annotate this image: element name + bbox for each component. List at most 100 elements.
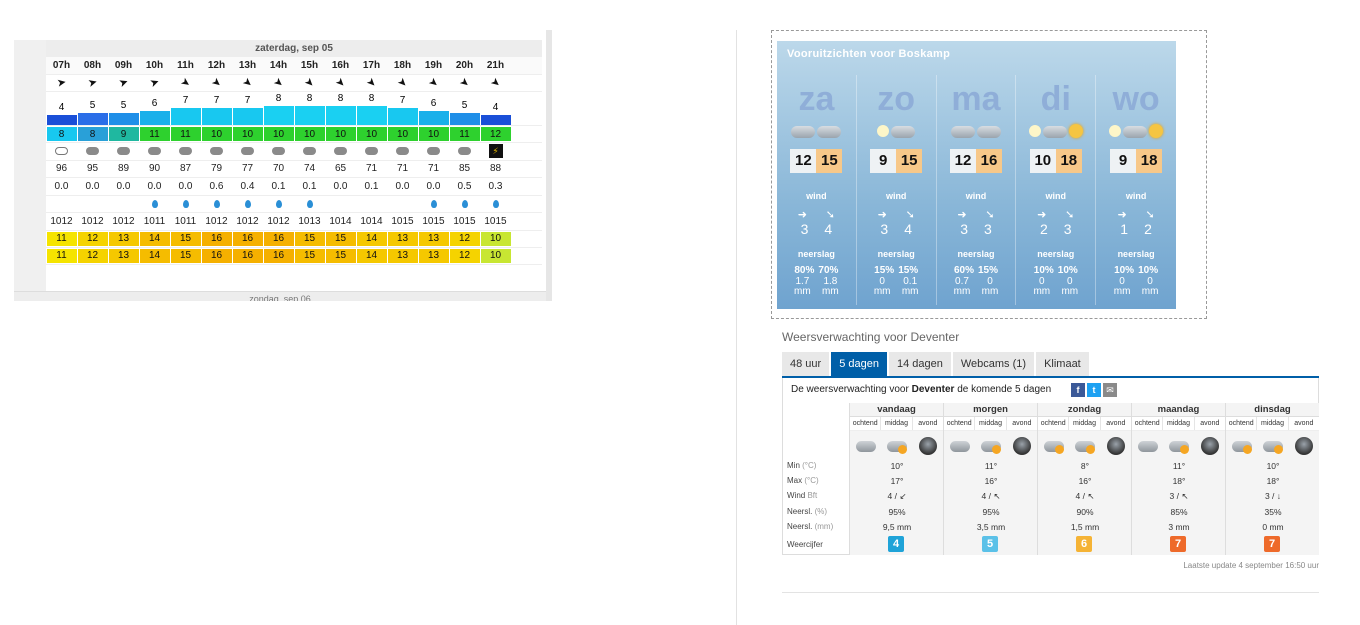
gust-row: 8 8 9 11 11 10 10 10 10 10 10 10 10 11 12: [46, 126, 542, 143]
rain-drop-icon: [492, 199, 499, 208]
pressure-value: 1012: [236, 215, 259, 227]
precip-percent: 80%: [794, 265, 815, 276]
scrollbar[interactable]: [546, 30, 552, 301]
wind-speed: 3: [880, 221, 889, 237]
night-weather-icon: [1194, 437, 1225, 455]
day-part-ochtend: ochtend: [1038, 417, 1070, 430]
precip-value: 0.0: [85, 180, 100, 192]
hour-label: 17h: [362, 59, 381, 71]
weather-icons: [937, 121, 1016, 143]
temperature-value: 12: [449, 231, 480, 246]
temperature-value: 13: [387, 231, 418, 246]
hourly-grid: zaterdag, sep 05 07h 08h 09h 10h 11h 12h 13h 14…: [46, 40, 542, 265]
wind-arrow-icon: ➤: [487, 75, 503, 91]
weather-icon-cell: [46, 143, 77, 160]
wind-bar: [418, 110, 449, 125]
tab-webcams-1-[interactable]: Webcams (1): [952, 352, 1035, 376]
wind-bar-cell: 6: [418, 91, 449, 125]
night-cloud-icon: [1012, 437, 1031, 455]
wind-bar: [480, 115, 511, 125]
drop-cell: [46, 196, 77, 213]
precip-value: 0.0: [116, 180, 131, 192]
mm-unit: mm: [1061, 286, 1079, 297]
wind-arrow-icon: ➤: [239, 75, 255, 91]
precip-mm: 0: [1147, 276, 1153, 287]
gust-value: 10: [325, 127, 356, 141]
wind-direction-icon: ➤: [232, 75, 263, 92]
wind-direction-icon: ➤: [356, 75, 387, 92]
feels-like-value: 13: [387, 248, 418, 263]
mm-unit: mm: [1033, 286, 1051, 297]
feels-like-value: 15: [170, 248, 201, 263]
sun-weather-icon: [1069, 440, 1100, 454]
boskamp-day-wo: wo 9 18 wind ➜ ➘ 1 2 neerslag 10% 10% 0 0 mm mm: [1096, 75, 1176, 305]
day-part-ochtend: ochtend: [944, 417, 976, 430]
tab-48-uur[interactable]: 48 uur: [782, 352, 830, 376]
precip-percent: 15%: [898, 265, 919, 276]
cloud-icon: [976, 126, 1001, 138]
storm-weather-icon: [881, 440, 912, 454]
drop-cell: [449, 196, 480, 213]
wind-arrow-icon: ➤: [56, 76, 68, 90]
wind-arrow-icon: ➤: [148, 76, 162, 91]
precip-unit: mm mm: [777, 287, 856, 297]
day-part-middag: middag: [1163, 417, 1195, 430]
day-wind-value: 4 / ↖: [981, 491, 1001, 501]
rain-weather-icon: [850, 440, 881, 452]
day-part-middag: middag: [1069, 417, 1101, 430]
boskamp-day-di: di 10 18 wind ➜ ➘ 2 3 neerslag 10% 10% 0 0 mm mm: [1016, 75, 1097, 305]
tab-14-dagen[interactable]: 14 dagen: [888, 352, 951, 376]
weather-icon-cell: ⚡: [480, 143, 511, 160]
cloud-rain-icon: [334, 147, 347, 156]
wind-bar-row: 4 5 5 6 7 7 7 8 8 8 8 7 6 5 4: [46, 92, 542, 126]
gust-value: 10: [387, 127, 418, 141]
wind-direction-icon: ➜: [797, 208, 807, 221]
day-wind-value: 3 / ↖: [1169, 491, 1189, 501]
drop-cell: [480, 196, 511, 213]
precipitation-label: neerslag: [797, 249, 835, 259]
wind-bar-cell: 8: [263, 91, 294, 125]
column-divider: [736, 30, 737, 625]
pressure-row: 1012 1012 1012 1011 1011 1012 1012 1012 1013 1014…: [46, 213, 542, 231]
precip-value: 0.5: [457, 180, 472, 192]
day-pct-value: 35%: [1264, 507, 1282, 517]
cloud-rain-icon: [210, 147, 223, 156]
drop-cell: [263, 196, 294, 213]
tab-klimaat[interactable]: Klimaat: [1036, 352, 1089, 376]
pressure-value: 1012: [112, 215, 135, 227]
hour-label: 08h: [83, 59, 102, 71]
wind-label: wind: [885, 191, 907, 201]
gust-value: 10: [356, 127, 387, 141]
temperature-value: 10: [480, 231, 511, 246]
boskamp-forecast-widget[interactable]: Vooruitzichten voor Boskamp za 12 15 wind ➜ ➘…: [777, 41, 1176, 309]
feels-like-value: 16: [263, 248, 294, 263]
hour-label: 09h: [114, 59, 133, 71]
drop-cell: [418, 196, 449, 213]
facebook-icon[interactable]: f: [1071, 383, 1085, 397]
cloud-rain-icon: [148, 147, 161, 156]
cloud-cover-value: 71: [365, 163, 378, 175]
cloud-icon: [791, 126, 816, 138]
mail-icon[interactable]: ✉: [1103, 383, 1117, 397]
wind-arrow-icon: ➤: [363, 75, 379, 91]
cloud-cover-value: 89: [117, 163, 130, 175]
sun-icon: [1055, 444, 1064, 454]
twitter-icon[interactable]: t: [1087, 383, 1101, 397]
weather-score-badge: 6: [1076, 536, 1092, 552]
moon-icon: [1028, 125, 1041, 137]
cloud-cover-value: 85: [458, 163, 471, 175]
day-max-value: 17°: [890, 476, 904, 486]
tab-5-dagen[interactable]: 5 dagen: [831, 352, 887, 376]
wind-direction-icon: ➘: [1065, 208, 1075, 221]
night-weather-icon: [912, 437, 943, 455]
wind-speed: 3: [983, 221, 992, 237]
wind-arrow-icon: ➤: [177, 75, 193, 91]
wind-direction-icon: ➤: [387, 75, 418, 92]
hour-label: 07h: [52, 59, 71, 71]
wind-bar: [449, 113, 480, 125]
wind-direction-icon: ➤: [139, 75, 170, 92]
wind-direction-icon: ➤: [170, 75, 201, 92]
hour-label: 21h: [486, 59, 505, 71]
temperature-range: 10 18: [1016, 149, 1095, 173]
wind-bft-value: 5: [120, 100, 127, 111]
